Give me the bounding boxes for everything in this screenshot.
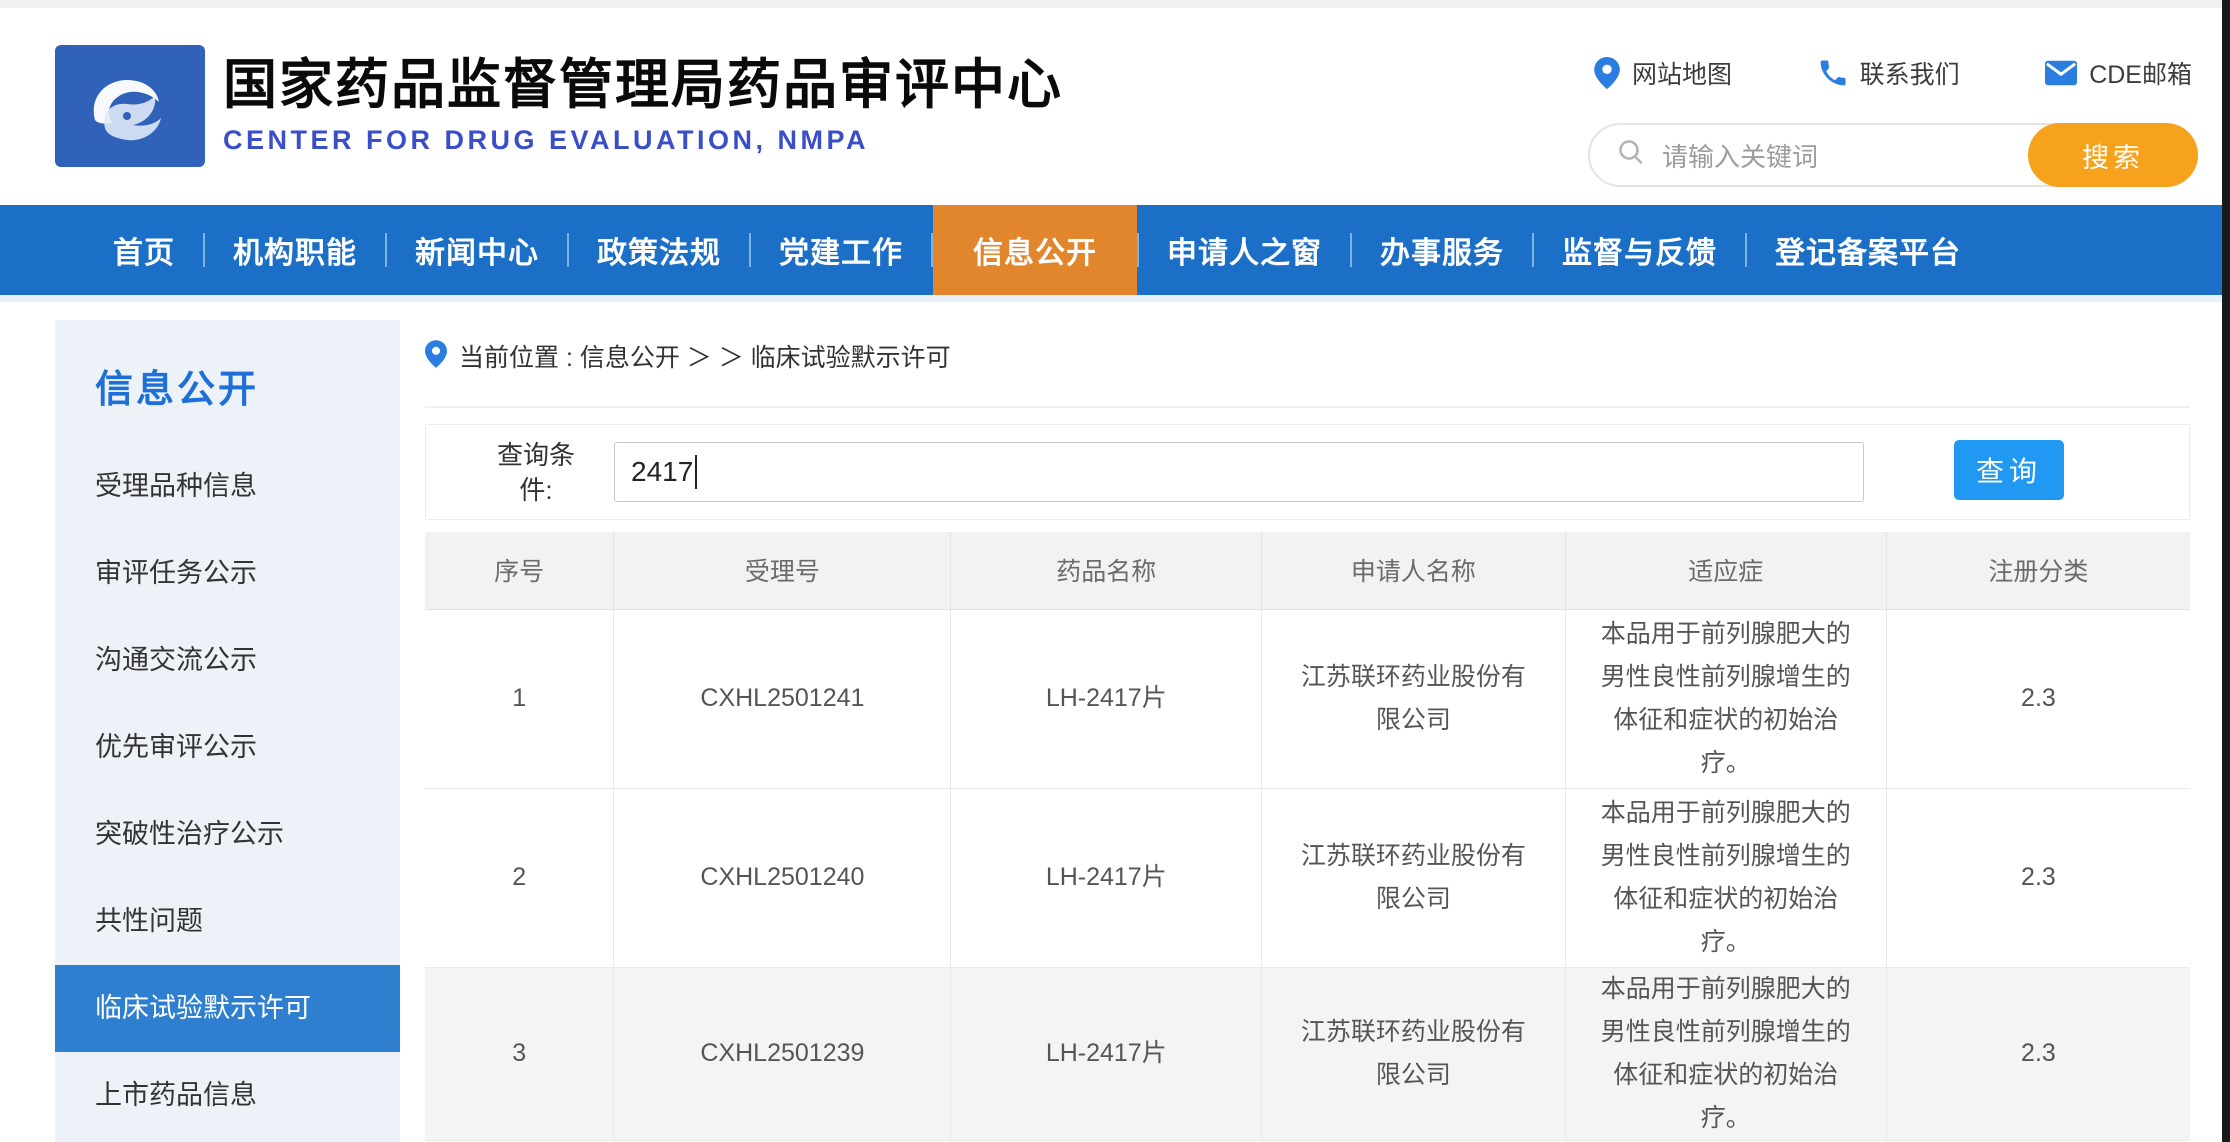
query-input[interactable]: 2417 [614,442,1864,502]
location-pin-icon [1594,57,1620,89]
header-right: 网站地图 联系我们 CDE邮箱 [1590,55,2198,187]
table-row[interactable]: 3CXHL2501239LH-2417片江苏联环药业股份有限公司本品用于前列腺肥… [425,967,2190,1140]
cde-mail-link[interactable]: CDE邮箱 [2045,55,2192,91]
table-row[interactable]: 2CXHL2501240LH-2417片江苏联环药业股份有限公司本品用于前列腺肥… [425,788,2190,967]
table-header-row: 序号受理号药品名称申请人名称适应症注册分类 [425,532,2190,609]
table-cell: 江苏联环药业股份有限公司 [1262,788,1566,967]
column-header: 申请人名称 [1262,532,1566,609]
sidebar-item-5[interactable]: 突破性治疗公示 [55,791,400,878]
brand: 国家药品监督管理局药品审评中心 CENTER FOR DRUG EVALUATI… [55,45,1063,167]
nav-underline [0,295,2230,302]
nav-item-9[interactable]: 监督与反馈 [1534,205,1745,295]
nav-item-4[interactable]: 政策法规 [569,205,749,295]
nav-item-5[interactable]: 党建工作 [751,205,931,295]
nav-item-1[interactable]: 首页 [85,205,203,295]
table-cell: CXHL2501241 [614,609,951,788]
sidebar-title: 信息公开 [55,358,400,413]
nav-item-2[interactable]: 机构职能 [205,205,385,295]
table-row[interactable]: 1CXHL2501241LH-2417片江苏联环药业股份有限公司本品用于前列腺肥… [425,609,2190,788]
query-label: 查询条件: [490,438,582,508]
table-cell: 2 [425,788,614,967]
sidebar-item-6[interactable]: 共性问题 [55,878,400,965]
column-header: 药品名称 [951,532,1262,609]
divider [425,406,2190,408]
sitemap-link[interactable]: 网站地图 [1594,55,1732,91]
nav-item-7[interactable]: 申请人之窗 [1139,205,1350,295]
table-cell: LH-2417片 [951,967,1262,1140]
search-input[interactable]: 请输入关键词 搜索 [1588,123,2198,187]
sidebar-item-3[interactable]: 沟通交流公示 [55,617,400,704]
scrollbar[interactable] [2222,0,2230,1142]
query-panel: 查询条件: 2417 查询 [425,424,2190,520]
column-header: 适应症 [1565,532,1886,609]
table-cell: 本品用于前列腺肥大的男性良性前列腺增生的体征和症状的初始治疗。 [1565,788,1886,967]
main-nav: 首页机构职能新闻中心政策法规党建工作信息公开申请人之窗办事服务监督与反馈登记备案… [0,205,2230,295]
sidebar-menu: 受理品种信息审评任务公示沟通交流公示优先审评公示突破性治疗公示共性问题临床试验默… [55,443,400,1139]
table-cell: 2.3 [1886,967,2190,1140]
mail-icon [2045,60,2077,86]
main-content: 当前位置 : 信息公开 ＞ ＞ 临床试验默示许可 查询条件: 2417 查询 序… [425,340,2190,1142]
cde-mail-label: CDE邮箱 [2089,55,2192,91]
column-header: 受理号 [614,532,951,609]
query-value: 2417 [631,456,693,488]
table-cell: 江苏联环药业股份有限公司 [1262,609,1566,788]
sidebar-item-7[interactable]: 临床试验默示许可 [55,965,400,1052]
table-cell: 2.3 [1886,788,2190,967]
table-cell: 1 [425,609,614,788]
table-cell: CXHL2501240 [614,788,951,967]
site-title: 国家药品监督管理局药品审评中心 [223,56,1063,115]
nav-item-6[interactable]: 信息公开 [933,205,1137,295]
search-icon [1616,138,1646,173]
sidebar-item-1[interactable]: 受理品种信息 [55,443,400,530]
sidebar-item-4[interactable]: 优先审评公示 [55,704,400,791]
search-row: 请输入关键词 搜索 [1590,123,2198,187]
phone-icon [1818,58,1848,88]
table-cell: CXHL2501239 [614,967,951,1140]
text-caret [695,455,697,489]
site-subtitle: CENTER FOR DRUG EVALUATION, NMPA [223,125,1063,156]
cde-logo-icon [55,45,205,167]
sidebar-item-8[interactable]: 上市药品信息 [55,1052,400,1139]
sidebar: 信息公开 受理品种信息审评任务公示沟通交流公示优先审评公示突破性治疗公示共性问题… [55,320,400,1142]
table-body: 1CXHL2501241LH-2417片江苏联环药业股份有限公司本品用于前列腺肥… [425,609,2190,1142]
search-placeholder: 请输入关键词 [1662,137,1818,174]
table-cell: 2.3 [1886,609,2190,788]
column-header: 序号 [425,532,614,609]
table-cell: 本品用于前列腺肥大的男性良性前列腺增生的体征和症状的初始治疗。 [1565,609,1886,788]
breadcrumb: 当前位置 : 信息公开 ＞ ＞ 临床试验默示许可 [425,340,2190,372]
contact-label: 联系我们 [1860,55,1960,91]
column-header: 注册分类 [1886,532,2190,609]
table-cell: LH-2417片 [951,609,1262,788]
nav-item-3[interactable]: 新闻中心 [387,205,567,295]
table-cell: 本品用于前列腺肥大的男性良性前列腺增生的体征和症状的初始治疗。 [1565,967,1886,1140]
sitemap-label: 网站地图 [1632,55,1732,91]
quick-links: 网站地图 联系我们 CDE邮箱 [1590,55,2198,91]
table-cell: 3 [425,967,614,1140]
nav-item-10[interactable]: 登记备案平台 [1747,205,1989,295]
site-header: 国家药品监督管理局药品审评中心 CENTER FOR DRUG EVALUATI… [0,8,2230,205]
location-pin-icon [425,340,447,373]
site-titles: 国家药品监督管理局药品审评中心 CENTER FOR DRUG EVALUATI… [223,56,1063,156]
top-hairline [0,0,2230,8]
nav-item-8[interactable]: 办事服务 [1352,205,1532,295]
search-button[interactable]: 搜索 [2028,123,2198,187]
table-cell: 江苏联环药业股份有限公司 [1262,967,1566,1140]
contact-link[interactable]: 联系我们 [1818,55,1960,91]
page: 国家药品监督管理局药品审评中心 CENTER FOR DRUG EVALUATI… [0,0,2230,1142]
query-button[interactable]: 查询 [1954,440,2064,500]
sidebar-item-2[interactable]: 审评任务公示 [55,530,400,617]
table-cell: LH-2417片 [951,788,1262,967]
breadcrumb-text: 当前位置 : 信息公开 ＞ ＞ 临床试验默示许可 [459,338,951,374]
results-table: 序号受理号药品名称申请人名称适应症注册分类 1CXHL2501241LH-241… [425,532,2190,1142]
